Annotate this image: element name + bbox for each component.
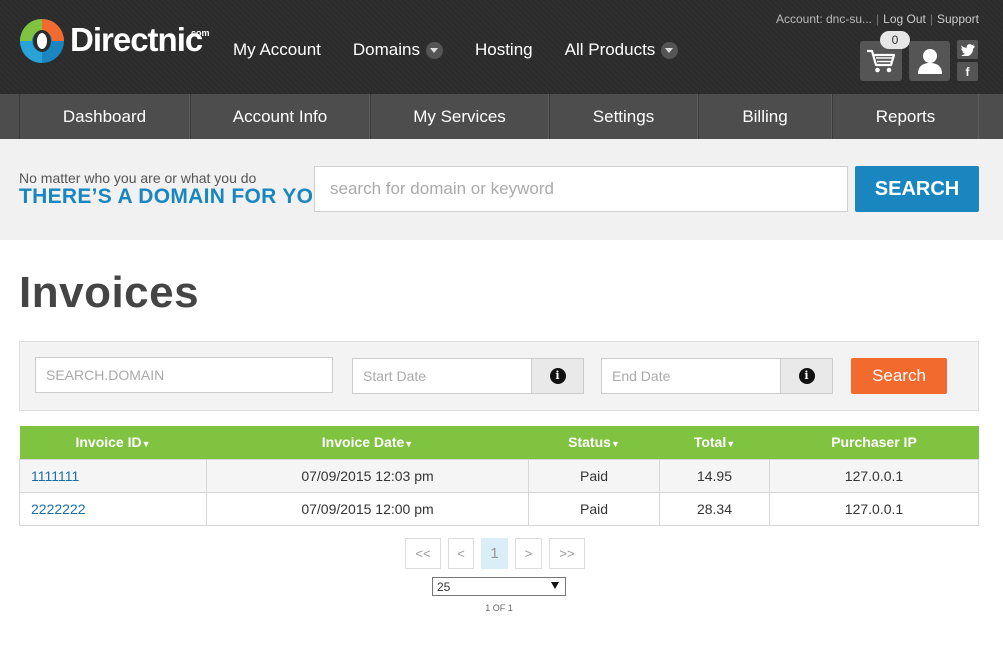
subnav-label: Account Info bbox=[232, 106, 328, 126]
subnav-settings[interactable]: Settings bbox=[549, 94, 698, 139]
current-page-button[interactable]: 1 bbox=[481, 538, 508, 569]
column-label: Total bbox=[693, 434, 727, 451]
nav-my-account[interactable]: My Account bbox=[233, 38, 321, 62]
invoice-date-cell: 07/09/2015 12:03 pm bbox=[206, 458, 529, 493]
table-header-row: Invoice ID▼ Invoice Date▼ Status▼ Total▼… bbox=[19, 426, 979, 459]
total-cell: 14.95 bbox=[659, 458, 770, 493]
account-links: Account: dnc-su... | Log Out | Support bbox=[776, 12, 979, 26]
col-invoice-id[interactable]: Invoice ID▼ bbox=[19, 426, 207, 459]
cart-icon bbox=[867, 49, 896, 73]
last-page-button[interactable]: >> bbox=[549, 538, 585, 569]
invoice-id-link[interactable]: 2222222 bbox=[19, 491, 207, 526]
sort-caret-icon: ▼ bbox=[141, 439, 151, 450]
table-row: 1111111 07/09/2015 12:03 pm Paid 14.95 1… bbox=[19, 458, 979, 493]
subnav-label: Billing bbox=[742, 106, 788, 126]
subnav-label: My Services bbox=[413, 106, 506, 126]
account-name: Account: dnc-su... bbox=[775, 12, 873, 26]
domain-search-button[interactable]: SEARCH bbox=[855, 166, 979, 212]
user-profile-button[interactable] bbox=[909, 41, 950, 81]
col-status[interactable]: Status▼ bbox=[528, 426, 660, 459]
page-size-value: 25 bbox=[437, 579, 451, 594]
support-link[interactable]: Support bbox=[937, 12, 979, 26]
end-date-input[interactable] bbox=[601, 358, 781, 394]
next-page-button[interactable]: > bbox=[515, 538, 542, 569]
directnic-logo[interactable]: Directnic com bbox=[18, 18, 210, 64]
column-label: Status bbox=[568, 434, 611, 451]
subnav-label: Reports bbox=[875, 106, 936, 126]
prev-page-button[interactable]: < bbox=[448, 538, 474, 569]
band-tagline-big: THERE’S A DOMAIN FOR YOU: bbox=[19, 185, 337, 208]
subnav-reports[interactable]: Reports bbox=[832, 94, 979, 139]
subnav-label: Dashboard bbox=[62, 106, 147, 126]
divider: | bbox=[929, 12, 933, 26]
nav-hosting[interactable]: Hosting bbox=[475, 38, 533, 62]
col-purchaser-ip: Purchaser IP bbox=[769, 426, 979, 459]
invoice-filter-panel: i i Search bbox=[19, 341, 979, 411]
sort-caret-icon: ▼ bbox=[726, 439, 736, 450]
cart-count-badge: 0 bbox=[880, 31, 910, 49]
divider: | bbox=[876, 12, 880, 26]
sort-caret-icon: ▼ bbox=[404, 439, 414, 450]
subnav-account-info[interactable]: Account Info bbox=[190, 94, 370, 139]
subnav-my-services[interactable]: My Services bbox=[370, 94, 549, 139]
chevron-down-icon bbox=[661, 41, 679, 59]
account-subnav: Dashboard Account Info My Services Setti… bbox=[0, 94, 1003, 139]
nav-label: Hosting bbox=[474, 40, 533, 59]
twitter-icon bbox=[960, 43, 974, 56]
start-date-input[interactable] bbox=[352, 358, 532, 394]
filter-search-button[interactable]: Search bbox=[851, 358, 947, 394]
nav-all-products[interactable]: All Products bbox=[565, 38, 679, 62]
purchaser-ip-cell: 127.0.0.1 bbox=[769, 491, 979, 526]
end-date-info-button[interactable]: i bbox=[781, 358, 833, 394]
column-label: Purchaser IP bbox=[831, 434, 917, 451]
domain-search-input[interactable] bbox=[314, 166, 848, 212]
band-tagline-small: No matter who you are or what you do bbox=[19, 170, 257, 186]
nav-label: Domains bbox=[352, 40, 420, 59]
twitter-button[interactable] bbox=[957, 40, 978, 59]
start-date-info-button[interactable]: i bbox=[532, 358, 584, 394]
domain-filter-input[interactable] bbox=[35, 357, 333, 393]
main-nav: My Account Domains Hosting All Products bbox=[233, 38, 710, 62]
logo-text: Directnic bbox=[70, 21, 203, 58]
logo-suffix: com bbox=[191, 28, 210, 38]
logo-mark-icon bbox=[20, 19, 64, 63]
invoice-date-cell: 07/09/2015 12:00 pm bbox=[206, 491, 529, 526]
page-title: Invoices bbox=[19, 268, 200, 317]
page-size-select[interactable]: 25 bbox=[432, 577, 566, 596]
pagination: << < 1 > >> bbox=[405, 538, 592, 569]
status-cell: Paid bbox=[528, 491, 660, 526]
user-icon bbox=[917, 49, 942, 74]
info-icon: i bbox=[798, 368, 815, 384]
status-cell: Paid bbox=[528, 458, 660, 493]
page-count-label: 1 OF 1 bbox=[485, 603, 513, 613]
invoices-table: Invoice ID▼ Invoice Date▼ Status▼ Total▼… bbox=[19, 426, 979, 526]
subnav-billing[interactable]: Billing bbox=[698, 94, 832, 139]
column-label: Invoice Date bbox=[321, 434, 405, 451]
subnav-label: Settings bbox=[592, 106, 655, 126]
total-cell: 28.34 bbox=[659, 491, 770, 526]
col-total[interactable]: Total▼ bbox=[659, 426, 770, 459]
purchaser-ip-cell: 127.0.0.1 bbox=[769, 458, 979, 493]
subnav-dashboard[interactable]: Dashboard bbox=[19, 94, 190, 139]
facebook-button[interactable]: f bbox=[957, 62, 978, 81]
sort-caret-icon: ▼ bbox=[610, 439, 620, 450]
domain-search-band: No matter who you are or what you do THE… bbox=[0, 139, 1003, 240]
logout-link[interactable]: Log Out bbox=[883, 12, 926, 26]
chevron-down-icon bbox=[425, 41, 443, 59]
column-label: Invoice ID bbox=[75, 434, 142, 451]
nav-domains[interactable]: Domains bbox=[353, 38, 443, 62]
nav-label: My Account bbox=[233, 40, 321, 59]
facebook-icon: f bbox=[965, 64, 970, 79]
chevron-down-icon bbox=[551, 582, 559, 589]
table-row: 2222222 07/09/2015 12:00 pm Paid 28.34 1… bbox=[19, 491, 979, 526]
first-page-button[interactable]: << bbox=[405, 538, 441, 569]
col-invoice-date[interactable]: Invoice Date▼ bbox=[206, 426, 529, 459]
top-header: Directnic com My Account Domains Hosting… bbox=[0, 0, 1003, 94]
invoice-id-link[interactable]: 1111111 bbox=[19, 458, 207, 493]
nav-label: All Products bbox=[564, 40, 656, 59]
info-icon: i bbox=[549, 368, 566, 384]
